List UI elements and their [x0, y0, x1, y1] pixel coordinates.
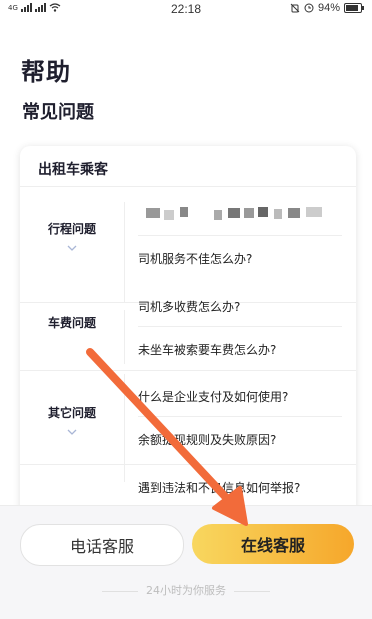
faq-card: 出租车乘客 行程问题 司机服务不佳怎么办? 车费问题 司机多收费怎么办? 未坐车…: [20, 146, 356, 526]
divider: [20, 464, 356, 465]
online-support-button[interactable]: 在线客服: [192, 524, 354, 564]
column-divider: [124, 202, 125, 302]
faq-question[interactable]: 司机服务不佳怎么办?: [138, 250, 342, 267]
category-name: 其它问题: [47, 406, 96, 420]
status-right: 94%: [290, 2, 364, 14]
divider: [138, 326, 342, 327]
faq-question[interactable]: 余额提现规则及失败原因?: [138, 431, 342, 448]
faq-question-redacted[interactable]: [138, 202, 342, 226]
category-trip[interactable]: 行程问题: [20, 220, 124, 253]
divider: [20, 186, 356, 187]
category-other[interactable]: 其它问题: [20, 404, 124, 437]
faq-question[interactable]: 司机多收费怎么办?: [138, 298, 342, 315]
battery-icon: [344, 3, 364, 13]
divider: [20, 370, 356, 371]
faq-group-title: 出租车乘客: [38, 162, 108, 178]
mute-icon: [290, 3, 300, 13]
service-hours-note: 24小时为你服务: [0, 582, 372, 598]
faq-question[interactable]: 遇到违法和不良信息如何举报?: [138, 479, 342, 496]
section-title: 常见问题: [22, 102, 94, 123]
bottom-action-bar: 电话客服 在线客服 24小时为你服务: [0, 505, 372, 619]
faq-question[interactable]: 什么是企业支付及如何使用?: [138, 388, 342, 405]
column-divider: [124, 310, 125, 364]
divider: [138, 416, 342, 417]
status-bar: 4G 22:18 94%: [0, 0, 372, 20]
phone-support-button[interactable]: 电话客服: [20, 524, 184, 566]
faq-question[interactable]: 未坐车被索要车费怎么办?: [138, 341, 342, 358]
page-title: 帮助: [21, 58, 71, 86]
battery-percent: 94%: [317, 2, 340, 14]
divider: [138, 235, 342, 236]
chevron-down-icon[interactable]: [67, 427, 77, 437]
chevron-down-icon[interactable]: [67, 243, 77, 253]
category-name: 车费问题: [47, 316, 96, 330]
category-name: 行程问题: [47, 222, 96, 236]
category-fare[interactable]: 车费问题: [20, 314, 124, 331]
column-divider: [124, 374, 125, 482]
alarm-icon: [304, 3, 314, 13]
